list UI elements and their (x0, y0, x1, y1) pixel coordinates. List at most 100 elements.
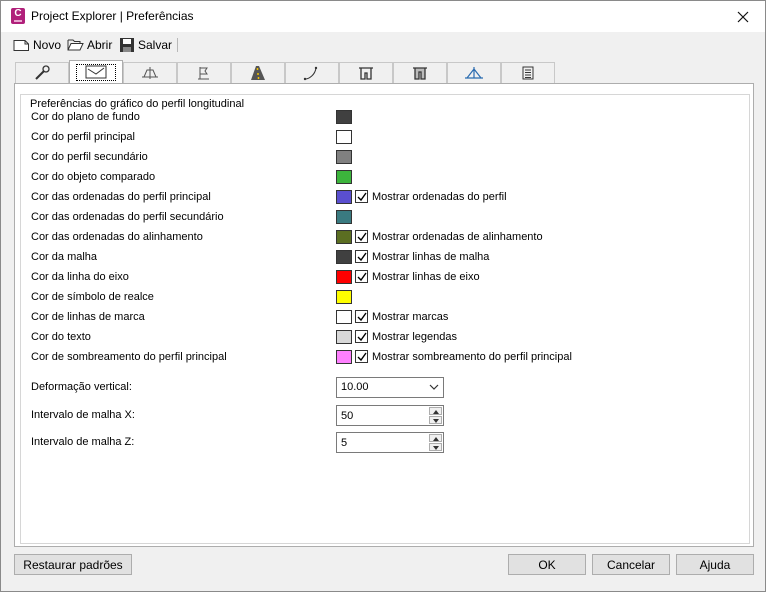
restore-defaults-button[interactable]: Restaurar padrões (14, 554, 132, 575)
row-axis-line-color: Cor da linha do eixo Mostrar linhas de e… (31, 270, 731, 286)
tab-profile-graph[interactable] (69, 60, 123, 83)
select-value: 10.00 (341, 381, 369, 393)
tab-table[interactable] (501, 62, 555, 83)
floppy-disk-icon (120, 38, 134, 52)
title-bar: C Project Explorer | Preferências (1, 1, 765, 32)
preferences-dialog: C Project Explorer | Preferências Novo A… (0, 0, 766, 592)
row-label: Cor de símbolo de realce (31, 291, 154, 303)
color-swatch[interactable] (336, 210, 352, 224)
wrench-icon (35, 65, 50, 80)
checkbox-label: Mostrar ordenadas de alinhamento (372, 231, 543, 243)
tab-flag[interactable] (177, 62, 231, 83)
new-document-icon (13, 40, 29, 51)
cancel-button[interactable]: Cancelar (592, 554, 670, 575)
grid-z-stepper (336, 432, 444, 453)
row-secondary-profile-ordinates: Cor das ordenadas do perfil secundário (31, 210, 731, 226)
tab-alignment[interactable] (285, 62, 339, 83)
cross-section-icon (142, 67, 158, 79)
checkmark-icon (357, 352, 367, 362)
arrow-up-icon (433, 437, 439, 441)
arrow-down-icon (433, 419, 439, 423)
color-swatch[interactable] (336, 270, 352, 284)
group-title: Preferências do gráfico do perfil longit… (28, 98, 247, 110)
row-alignment-ordinates: Cor das ordenadas do alinhamento Mostrar… (31, 230, 731, 246)
color-swatch[interactable] (336, 330, 352, 344)
color-swatch[interactable] (336, 350, 352, 364)
checkbox-label: Mostrar linhas de eixo (372, 271, 480, 283)
row-label: Cor de sombreamento do perfil principal (31, 351, 227, 363)
row-label: Cor de linhas de marca (31, 311, 145, 323)
checkbox-label: Mostrar legendas (372, 331, 457, 343)
row-grid-x: Intervalo de malha X: (31, 405, 731, 427)
vertical-exaggeration-select[interactable]: 10.00 (336, 377, 444, 398)
row-tick-lines-color: Cor de linhas de marca Mostrar marcas (31, 310, 731, 326)
checkmark-icon (357, 312, 367, 322)
close-button[interactable] (723, 3, 763, 30)
show-grid-lines-checkbox[interactable] (355, 250, 368, 263)
arrow-up-icon (433, 410, 439, 414)
toolbar-separator (177, 38, 178, 52)
structure-icon (359, 67, 373, 80)
row-compared-object-color: Cor do objeto comparado (31, 170, 731, 186)
open-button[interactable]: Abrir (67, 36, 112, 54)
row-label: Cor do perfil secundário (31, 151, 148, 163)
row-label: Cor das ordenadas do perfil secundário (31, 211, 224, 223)
color-swatch[interactable] (336, 150, 352, 164)
color-swatch[interactable] (336, 310, 352, 324)
help-button[interactable]: Ajuda (676, 554, 754, 575)
color-swatch[interactable] (336, 290, 352, 304)
tab-survey[interactable] (447, 62, 501, 83)
color-swatch[interactable] (336, 170, 352, 184)
checkmark-icon (357, 332, 367, 342)
show-axis-lines-checkbox[interactable] (355, 270, 368, 283)
open-label: Abrir (87, 38, 113, 52)
show-ticks-checkbox[interactable] (355, 310, 368, 323)
color-swatch[interactable] (336, 250, 352, 264)
row-label: Cor do perfil principal (31, 131, 135, 143)
row-vertical-exaggeration: Deformação vertical: 10.00 (31, 377, 731, 399)
checkmark-icon (357, 232, 367, 242)
color-swatch[interactable] (336, 130, 352, 144)
show-alignment-ordinates-checkbox[interactable] (355, 230, 368, 243)
survey-point-icon (465, 67, 483, 79)
grid-x-input[interactable] (337, 406, 427, 425)
grid-z-input[interactable] (337, 433, 427, 452)
row-label: Cor das ordenadas do perfil principal (31, 191, 211, 203)
new-button[interactable]: Novo (13, 36, 61, 54)
ok-button[interactable]: OK (508, 554, 586, 575)
color-swatch[interactable] (336, 190, 352, 204)
row-shading-color: Cor de sombreamento do perfil principal … (31, 350, 731, 366)
grid-z-up-button[interactable] (429, 434, 442, 442)
color-swatch[interactable] (336, 230, 352, 244)
tab-general[interactable] (15, 62, 69, 83)
toolbar: Novo Abrir Salvar (1, 32, 765, 58)
tab-cross-section[interactable] (123, 62, 177, 83)
show-shading-checkbox[interactable] (355, 350, 368, 363)
color-swatch[interactable] (336, 110, 352, 124)
tab-road[interactable] (231, 62, 285, 83)
row-main-profile-ordinates: Cor das ordenadas do perfil principal Mo… (31, 190, 731, 206)
save-button[interactable]: Salvar (119, 36, 172, 54)
grid-x-up-button[interactable] (429, 407, 442, 415)
show-labels-checkbox[interactable] (355, 330, 368, 343)
grid-x-down-button[interactable] (429, 416, 442, 424)
checkmark-icon (357, 252, 367, 262)
tab-structures[interactable] (339, 62, 393, 83)
grid-z-down-button[interactable] (429, 443, 442, 451)
road-icon (251, 66, 265, 80)
profile-graph-groupbox: Preferências do gráfico do perfil longit… (20, 94, 750, 544)
row-grid-z: Intervalo de malha Z: (31, 432, 731, 454)
profile-graph-icon (85, 65, 107, 79)
checkbox-label: Mostrar sombreamento do perfil principal (372, 351, 572, 363)
tab-structures-alt[interactable] (393, 62, 447, 83)
save-label: Salvar (138, 38, 173, 52)
row-background-color: Cor do plano de fundo (31, 110, 731, 126)
window-title: Project Explorer | Preferências (31, 9, 194, 23)
checkbox-label: Mostrar ordenadas do perfil (372, 191, 507, 203)
row-grid-color: Cor da malha Mostrar linhas de malha (31, 250, 731, 266)
row-label: Cor das ordenadas do alinhamento (31, 231, 203, 243)
row-highlight-symbol-color: Cor de símbolo de realce (31, 290, 731, 306)
open-folder-icon (67, 39, 84, 51)
show-profile-ordinates-checkbox[interactable] (355, 190, 368, 203)
checkmark-icon (357, 192, 367, 202)
